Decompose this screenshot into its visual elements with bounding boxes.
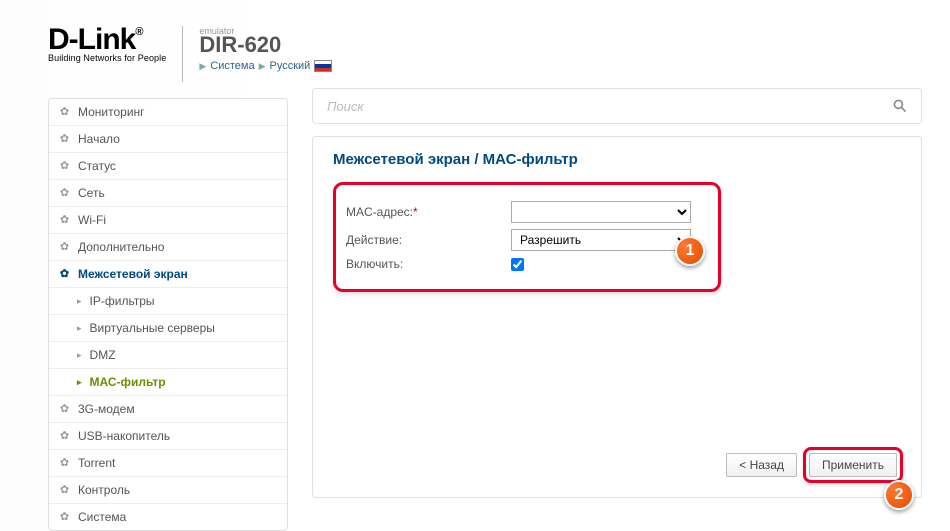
sidebar-sub-virtservers[interactable]: ▸ Виртуальные серверы (49, 315, 287, 342)
breadcrumb-system[interactable]: Система (210, 60, 254, 72)
main-panel: Межсетевой экран / МАС-фильтр MAC-адрес:… (312, 136, 922, 498)
sidebar-item-monitoring[interactable]: ✿ Мониторинг (49, 99, 287, 126)
sidebar-sub-ipfilters[interactable]: ▸ IP-фильтры (49, 288, 287, 315)
button-row: < Назад Применить (726, 447, 903, 483)
sidebar-item-label: Виртуальные серверы (90, 321, 215, 335)
sidebar-item-label: Система (78, 510, 126, 524)
model-block: emulator DIR-620 ▶ Система ▶ Русский (199, 20, 332, 72)
page-title: Межсетевой экран / МАС-фильтр (333, 151, 901, 168)
header-divider (182, 26, 183, 82)
chevron-right-icon: ▸ (77, 378, 82, 387)
gear-icon: ✿ (59, 242, 70, 253)
chevron-right-icon: ▸ (77, 324, 82, 333)
search-icon[interactable] (891, 97, 909, 115)
action-select[interactable]: Разрешить (511, 229, 691, 251)
gear-icon: ✿ (59, 269, 70, 280)
search-input[interactable] (325, 98, 891, 115)
chevron-right-icon: ▶ (199, 61, 206, 72)
back-button[interactable]: < Назад (726, 453, 797, 477)
gear-icon: ✿ (59, 107, 70, 118)
model-label: DIR-620 (199, 34, 332, 56)
sidebar-item-usb[interactable]: ✿ USB-накопитель (49, 423, 287, 450)
sidebar-item-label: IP-фильтры (90, 294, 155, 308)
content: Межсетевой экран / МАС-фильтр MAC-адрес:… (312, 88, 922, 531)
enable-checkbox[interactable] (511, 258, 524, 271)
sidebar-item-label: МАС-фильтр (90, 375, 166, 389)
chevron-right-icon: ▶ (259, 61, 266, 72)
sidebar-item-start[interactable]: ✿ Начало (49, 126, 287, 153)
sidebar-sub-macfilter[interactable]: ▸ МАС-фильтр (49, 369, 287, 396)
gear-icon: ✿ (59, 512, 70, 523)
search-box (312, 88, 922, 124)
sidebar-item-3g[interactable]: ✿ 3G-модем (49, 396, 287, 423)
sidebar-item-label: Wi-Fi (78, 213, 106, 227)
gear-icon: ✿ (59, 431, 70, 442)
sidebar-item-status[interactable]: ✿ Статус (49, 153, 287, 180)
sidebar-item-system[interactable]: ✿ Система (49, 504, 287, 530)
chevron-right-icon: ▸ (77, 297, 82, 306)
sidebar-item-firewall[interactable]: ✿ Межсетевой экран (49, 261, 287, 288)
brand-text: D-Link (48, 23, 135, 56)
chevron-right-icon: ▸ (77, 351, 82, 360)
sidebar-item-network[interactable]: ✿ Сеть (49, 180, 287, 207)
sidebar-item-label: Контроль (78, 483, 130, 497)
sidebar-item-label: Начало (78, 132, 120, 146)
sidebar-item-torrent[interactable]: ✿ Torrent (49, 450, 287, 477)
sidebar-item-label: Torrent (78, 456, 115, 470)
apply-highlight-box: Применить (803, 447, 903, 483)
sidebar-item-label: DMZ (90, 348, 116, 362)
mac-address-select[interactable] (511, 201, 691, 223)
gear-icon: ✿ (59, 404, 70, 415)
gear-icon: ✿ (59, 215, 70, 226)
apply-button[interactable]: Применить (809, 453, 897, 477)
logo: D-Link® Building Networks for People (48, 20, 166, 63)
action-label: Действие: (346, 233, 511, 247)
sidebar-item-label: Мониторинг (78, 105, 145, 119)
gear-icon: ✿ (59, 188, 70, 199)
sidebar-item-label: Статус (78, 159, 116, 173)
annotation-badge-2: 2 (884, 480, 914, 510)
header: D-Link® Building Networks for People emu… (48, 20, 922, 88)
sidebar-sub-dmz[interactable]: ▸ DMZ (49, 342, 287, 369)
sidebar-item-label: 3G-модем (78, 402, 135, 416)
sidebar-item-label: Дополнительно (78, 240, 164, 254)
gear-icon: ✿ (59, 161, 70, 172)
breadcrumb-language[interactable]: Русский (270, 60, 311, 72)
sidebar-item-control[interactable]: ✿ Контроль (49, 477, 287, 504)
sidebar-item-label: Сеть (78, 186, 105, 200)
sidebar-item-wifi[interactable]: ✿ Wi-Fi (49, 207, 287, 234)
sidebar-item-label: USB-накопитель (78, 429, 170, 443)
breadcrumb: ▶ Система ▶ Русский (199, 60, 332, 72)
annotation-badge-1: 1 (675, 236, 705, 266)
mac-address-label: MAC-адрес:* (346, 205, 511, 219)
flag-ru-icon (314, 60, 332, 72)
sidebar-item-label: Межсетевой экран (78, 267, 188, 281)
gear-icon: ✿ (59, 458, 70, 469)
sidebar: ✿ Мониторинг ✿ Начало ✿ Статус ✿ Сеть ✿ Wi-Fi… (48, 88, 288, 531)
form-highlight-box: MAC-адрес:* Действие: Разрешить Включить… (333, 182, 721, 292)
gear-icon: ✿ (59, 134, 70, 145)
enable-label: Включить: (346, 257, 511, 271)
sidebar-item-advanced[interactable]: ✿ Дополнительно (49, 234, 287, 261)
gear-icon: ✿ (59, 485, 70, 496)
nav: ✿ Мониторинг ✿ Начало ✿ Статус ✿ Сеть ✿ Wi-Fi… (48, 98, 288, 531)
